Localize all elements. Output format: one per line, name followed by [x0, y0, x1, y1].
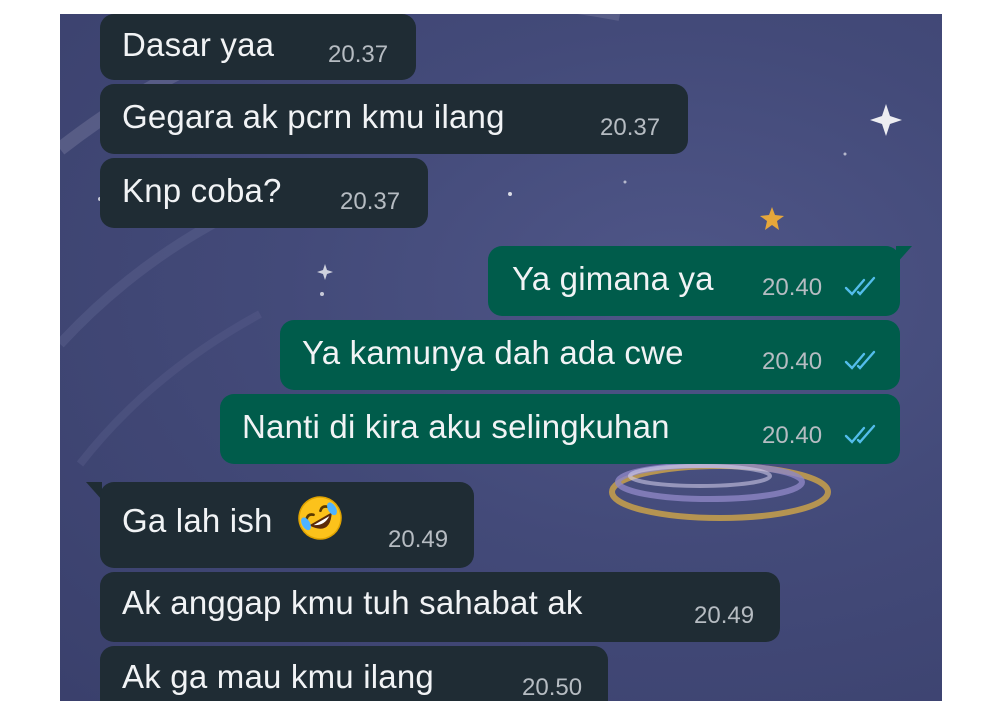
double-check-read-icon: [844, 424, 876, 444]
message-time: 20.37: [340, 188, 401, 215]
message-bubble-incoming[interactable]: Dasar yaa 20.37: [100, 14, 416, 80]
message-time: 20.50: [522, 674, 583, 701]
message-time: 20.49: [694, 602, 755, 629]
message-bubble-outgoing[interactable]: Nanti di kira aku selingkuhan 20.40: [220, 394, 900, 464]
screenshot-frame: Dasar yaa 20.37 Gegara ak pcrn kmu ilang…: [0, 0, 1000, 701]
message-bubble-incoming[interactable]: Gegara ak pcrn kmu ilang 20.37: [100, 84, 688, 154]
double-check-read-icon: [844, 350, 876, 370]
message-text: Dasar yaa: [122, 26, 275, 63]
double-check-read-icon: [844, 276, 876, 296]
message-bubble-incoming[interactable]: Ak ga mau kmu ilang 20.50: [100, 646, 608, 701]
message-text: Nanti di kira aku selingkuhan: [242, 408, 670, 445]
message-bubble-incoming[interactable]: Ak anggap kmu tuh sahabat ak 20.49: [100, 572, 780, 642]
message-time: 20.40: [762, 422, 823, 449]
message-bubble-outgoing[interactable]: Ya kamunya dah ada cwe 20.40: [280, 320, 900, 390]
message-bubble-incoming[interactable]: Ga lah ish 20.49: [100, 482, 474, 568]
message-text: Ga lah ish: [122, 502, 273, 539]
message-text: Gegara ak pcrn kmu ilang: [122, 98, 505, 135]
chat-conversation[interactable]: Dasar yaa 20.37 Gegara ak pcrn kmu ilang…: [60, 14, 942, 701]
bubble-tail: [896, 246, 912, 264]
rolling-on-the-floor-laughing-emoji-icon: [298, 496, 342, 540]
message-text: Ya kamunya dah ada cwe: [302, 334, 684, 371]
message-text: Knp coba?: [122, 172, 282, 209]
message-time: 20.40: [762, 274, 823, 301]
message-time: 20.49: [388, 526, 449, 553]
message-bubble-incoming[interactable]: Knp coba? 20.37: [100, 158, 428, 228]
message-time: 20.40: [762, 348, 823, 375]
message-bubble-outgoing[interactable]: Ya gimana ya 20.40: [488, 246, 900, 316]
message-text: Ak anggap kmu tuh sahabat ak: [122, 584, 583, 621]
message-time: 20.37: [328, 41, 389, 68]
message-text: Ya gimana ya: [512, 260, 714, 297]
message-text: Ak ga mau kmu ilang: [122, 658, 434, 695]
message-time: 20.37: [600, 114, 661, 141]
